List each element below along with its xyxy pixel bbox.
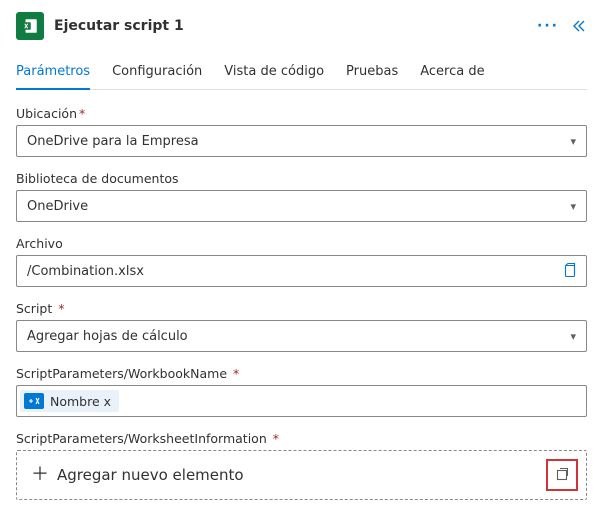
select-library[interactable]: OneDrive ▾ [16, 190, 587, 222]
array-input-worksheet-info: ＋ Agregar nuevo elemento [16, 450, 587, 500]
tabs: Parámetros Configuración Vista de código… [16, 58, 587, 90]
field-file: Archivo /Combination.xlsx [16, 236, 587, 287]
label-file: Archivo [16, 236, 587, 251]
select-location-value: OneDrive para la Empresa [17, 134, 560, 149]
action-header: Ejecutar script 1 ··· [16, 12, 587, 40]
plus-icon: ＋ [31, 466, 49, 484]
chevron-down-icon: ▾ [560, 135, 586, 148]
collapse-button[interactable] [571, 18, 587, 34]
fx-icon [24, 393, 44, 409]
input-file-value: /Combination.xlsx [17, 264, 554, 279]
select-script-value: Agregar hojas de cálculo [17, 329, 560, 344]
file-picker-icon[interactable] [554, 263, 586, 279]
add-item-label: Agregar nuevo elemento [57, 466, 244, 484]
add-item-button[interactable]: ＋ Agregar nuevo elemento [25, 460, 538, 490]
tab-vista-de-codigo[interactable]: Vista de código [224, 58, 324, 89]
more-options-button[interactable]: ··· [537, 18, 559, 34]
tab-pruebas[interactable]: Pruebas [346, 58, 398, 89]
chip-label: Nombre x [50, 394, 111, 409]
tab-parametros[interactable]: Parámetros [16, 58, 90, 89]
field-location: Ubicación* OneDrive para la Empresa ▾ [16, 106, 587, 157]
label-worksheet-info: ScriptParameters/WorksheetInformation * [16, 431, 587, 446]
action-title: Ejecutar script 1 [54, 18, 527, 34]
label-workbook-name: ScriptParameters/WorkbookName * [16, 366, 587, 381]
tab-acerca-de[interactable]: Acerca de [420, 58, 484, 89]
input-workbook-name[interactable]: Nombre x [16, 385, 587, 417]
field-worksheet-info: ScriptParameters/WorksheetInformation * … [16, 431, 587, 500]
field-workbook-name: ScriptParameters/WorkbookName * Nombre x [16, 366, 587, 417]
excel-icon [16, 12, 44, 40]
dynamic-content-chip[interactable]: Nombre x [20, 390, 119, 412]
tab-configuracion[interactable]: Configuración [112, 58, 202, 89]
label-location: Ubicación* [16, 106, 587, 121]
select-location[interactable]: OneDrive para la Empresa ▾ [16, 125, 587, 157]
label-library: Biblioteca de documentos [16, 171, 587, 186]
select-script[interactable]: Agregar hojas de cálculo ▾ [16, 320, 587, 352]
field-library: Biblioteca de documentos OneDrive ▾ [16, 171, 587, 222]
chevron-down-icon: ▾ [560, 330, 586, 343]
chevron-down-icon: ▾ [560, 200, 586, 213]
dynamic-content-button[interactable] [552, 465, 572, 485]
highlight-box [546, 459, 578, 491]
select-library-value: OneDrive [17, 199, 560, 214]
field-script: Script * Agregar hojas de cálculo ▾ [16, 301, 587, 352]
input-file[interactable]: /Combination.xlsx [16, 255, 587, 287]
label-script: Script * [16, 301, 587, 316]
